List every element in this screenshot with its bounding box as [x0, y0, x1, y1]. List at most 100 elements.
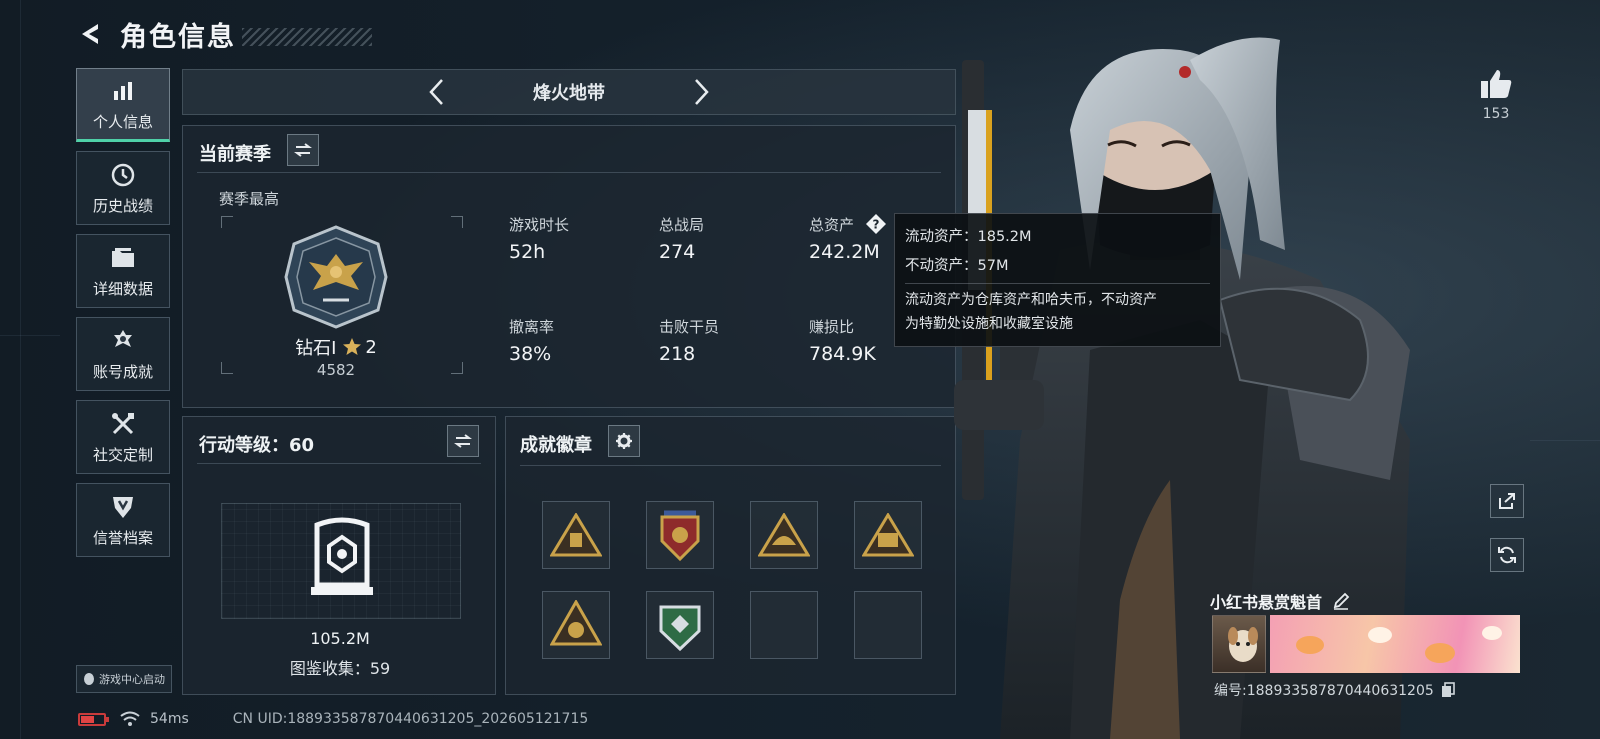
- rank-name: 钻石I: [295, 338, 337, 359]
- like-widget: 153: [1476, 68, 1516, 122]
- achievement-badge-1[interactable]: [542, 501, 610, 569]
- panel-divider: [197, 463, 481, 464]
- nav-item-social[interactable]: 社交定制: [76, 400, 170, 474]
- rank-score: 4582: [316, 361, 356, 379]
- achievement-badge-4[interactable]: [854, 501, 922, 569]
- stat-value-playtime: 52h: [509, 241, 546, 263]
- like-count: 153: [1482, 106, 1510, 122]
- stat-value-total-assets: 242.2M: [809, 241, 880, 263]
- shield-icon: [109, 493, 137, 521]
- achievements-title: 成就徽章: [520, 435, 592, 456]
- rank-emblem-icon: [284, 225, 388, 329]
- frame-corner: [221, 216, 233, 228]
- status-bar: 54ms CN UID:188933587870440631205_202605…: [78, 709, 588, 729]
- ping-value: 54ms: [150, 711, 189, 727]
- achievement-badge-5[interactable]: [542, 591, 610, 659]
- refresh-button[interactable]: [1490, 538, 1524, 572]
- stat-value-extract-rate: 38%: [509, 343, 552, 365]
- mode-prev-button[interactable]: [420, 75, 454, 109]
- triangle-badge-icon: [758, 513, 810, 557]
- frame-corner: [221, 362, 233, 374]
- mode-title: 烽火地带: [533, 83, 605, 104]
- back-button[interactable]: [76, 20, 104, 48]
- achievement-badge-3[interactable]: [750, 501, 818, 569]
- nav-item-reputation[interactable]: 信誉档案: [76, 483, 170, 557]
- achievement-badge-2[interactable]: [646, 501, 714, 569]
- refresh-icon: [1498, 546, 1516, 564]
- name-card-banner[interactable]: [1270, 615, 1520, 673]
- game-center-launch-badge[interactable]: 游戏中心启动: [76, 665, 172, 693]
- medal-icon: [109, 327, 137, 355]
- cat-pattern-decoration: [1296, 626, 1502, 663]
- achievement-badge-6[interactable]: [646, 591, 714, 659]
- clock-icon: [109, 161, 137, 189]
- gear-icon: [616, 433, 632, 449]
- like-button[interactable]: [1476, 68, 1516, 104]
- sidebar-nav: 个人信息 历史战绩 详细数据 账号成就 社交定制 信誉档案: [76, 68, 170, 566]
- achievements-settings-button[interactable]: [608, 425, 640, 457]
- season-panel: 当前赛季 赛季最高 钻石I 2 4582 游戏时长 52h 总战局 274 总资…: [182, 125, 956, 408]
- stat-value-total-matches: 274: [659, 241, 696, 263]
- wifi-icon: [120, 711, 140, 726]
- season-title: 当前赛季: [199, 144, 271, 165]
- swap-icon: [454, 434, 472, 448]
- stat-label-kills: 击败干员: [659, 318, 720, 336]
- triangle-badge-icon: [550, 513, 602, 557]
- share-button[interactable]: [1490, 484, 1524, 518]
- tooltip-divider: [905, 283, 1210, 284]
- dog-avatar-icon: [1228, 627, 1258, 662]
- action-level-value: 105.2M: [310, 629, 370, 648]
- assets-tooltip: 流动资产：185.2M 不动资产：57M 流动资产为仓库资产和哈夫币，不动资产 …: [894, 213, 1221, 347]
- stat-label-total-assets: 总资产: [809, 216, 855, 234]
- back-arrow-icon: [82, 24, 98, 44]
- name-card-id-row: 编号:188933587870440631205: [1214, 680, 1456, 700]
- title-decoration: [242, 28, 372, 46]
- battery-icon: [78, 712, 109, 726]
- svg-text:?: ?: [873, 218, 880, 232]
- launch-label: 游戏中心启动: [99, 673, 165, 686]
- stat-value-kills: 218: [659, 343, 696, 365]
- uid-text: CN UID:188933587870440631205_20260512171…: [232, 711, 589, 727]
- green-shield-badge-icon: [659, 605, 701, 652]
- rank-name-row: 钻石I 2: [243, 334, 429, 360]
- rank-stars: 2: [365, 336, 377, 358]
- bg-decor-line: [0, 335, 60, 336]
- nav-item-label: 历史战绩: [92, 196, 153, 215]
- nav-item-label: 详细数据: [92, 279, 153, 298]
- chevron-right-icon: [695, 79, 709, 105]
- nav-item-history[interactable]: 历史战绩: [76, 151, 170, 225]
- nav-item-achievements[interactable]: 账号成就: [76, 317, 170, 391]
- tooltip-description-line1: 流动资产为仓库资产和哈夫币，不动资产: [905, 292, 1157, 308]
- mode-selector: 烽火地带: [182, 69, 956, 115]
- avatar[interactable]: [1212, 615, 1266, 673]
- vault-icon: [311, 517, 373, 595]
- star-icon: [343, 338, 362, 355]
- bar-chart-icon: [109, 77, 137, 105]
- swap-icon: [294, 143, 312, 157]
- tools-icon: [109, 410, 137, 438]
- tooltip-liquid-assets: 流动资产：185.2M: [905, 229, 1032, 245]
- nav-item-personal-info[interactable]: 个人信息: [76, 68, 170, 142]
- edit-pencil-icon[interactable]: [1332, 592, 1350, 610]
- mode-next-button[interactable]: [684, 75, 718, 109]
- nav-item-label: 账号成就: [92, 362, 153, 381]
- stat-label-total-matches: 总战局: [659, 216, 705, 234]
- share-icon: [1499, 493, 1515, 509]
- copy-icon[interactable]: [1440, 682, 1456, 698]
- frame-corner: [451, 216, 463, 228]
- bg-decor-line: [1530, 440, 1600, 441]
- help-button[interactable]: ?: [865, 213, 887, 235]
- folder-icon: [109, 244, 137, 272]
- action-level-switch-button[interactable]: [447, 425, 479, 457]
- triangle-badge-icon: [550, 600, 602, 646]
- nav-item-detailed-data[interactable]: 详细数据: [76, 234, 170, 308]
- season-switch-button[interactable]: [287, 134, 319, 166]
- shield-badge-icon: [660, 510, 700, 562]
- achievement-slot-empty[interactable]: [750, 591, 818, 659]
- achievement-slot-empty[interactable]: [854, 591, 922, 659]
- panel-divider: [197, 172, 941, 173]
- panel-divider: [520, 465, 941, 466]
- triangle-badge-icon: [862, 513, 914, 557]
- thumbs-up-icon: [1481, 70, 1512, 98]
- page-header: 角色信息: [76, 16, 372, 53]
